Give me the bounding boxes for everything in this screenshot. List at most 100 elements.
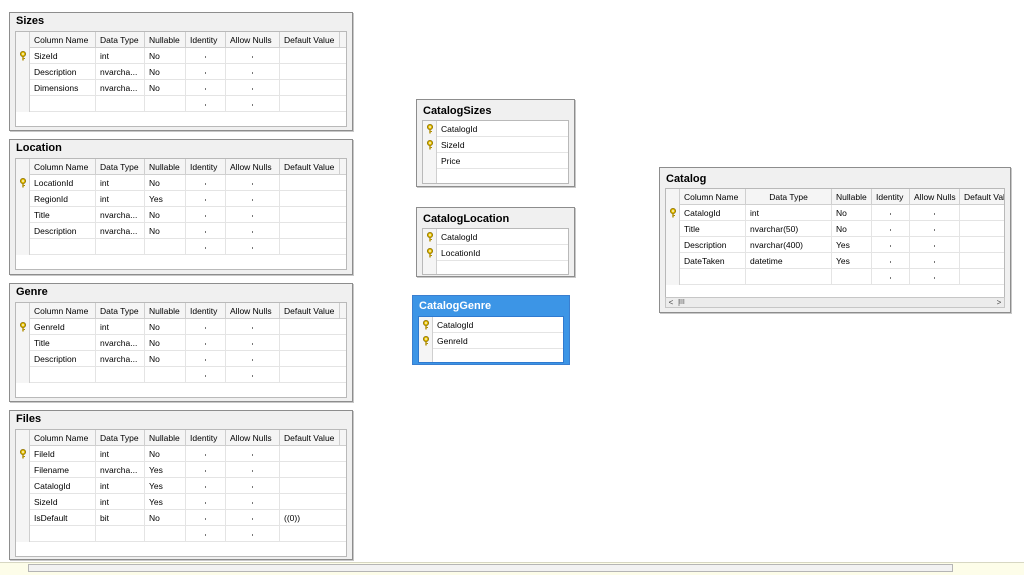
table-row[interactable]: SizeId int No [16, 48, 346, 64]
identity-checkbox[interactable] [186, 319, 226, 335]
table-row[interactable]: CatalogId int No [666, 205, 1004, 221]
identity-checkbox[interactable] [186, 207, 226, 223]
allow-nulls-checkbox[interactable] [226, 191, 280, 207]
identity-checkbox[interactable] [186, 446, 226, 462]
row-selector[interactable] [423, 137, 437, 153]
row-selector[interactable] [666, 221, 680, 237]
identity-checkbox[interactable] [872, 221, 910, 237]
table-row[interactable]: SizeId int Yes [16, 494, 346, 510]
row-selector[interactable] [16, 64, 30, 80]
row-selector[interactable] [419, 317, 433, 333]
identity-checkbox[interactable] [186, 335, 226, 351]
row-selector[interactable] [666, 205, 680, 221]
empty-row[interactable] [16, 367, 346, 383]
table-row[interactable]: Dimensions nvarcha... No [16, 80, 346, 96]
row-selector[interactable] [16, 367, 30, 383]
allow-nulls-checkbox[interactable] [226, 319, 280, 335]
allow-nulls-checkbox[interactable] [226, 494, 280, 510]
scroll-right-icon[interactable]: > [994, 298, 1004, 307]
allow-nulls-checkbox[interactable] [226, 367, 280, 383]
allow-nulls-checkbox[interactable] [226, 175, 280, 191]
table-row[interactable]: CatalogId [423, 121, 568, 137]
allow-nulls-checkbox[interactable] [226, 223, 280, 239]
row-selector[interactable] [16, 478, 30, 494]
row-selector[interactable] [16, 351, 30, 367]
allow-nulls-checkbox[interactable] [226, 80, 280, 96]
allow-nulls-checkbox[interactable] [226, 462, 280, 478]
identity-checkbox[interactable] [186, 223, 226, 239]
identity-checkbox[interactable] [186, 64, 226, 80]
row-selector[interactable] [666, 253, 680, 269]
table-row[interactable]: Title nvarcha... No [16, 335, 346, 351]
table-row[interactable]: FileId int No [16, 446, 346, 462]
row-selector[interactable] [16, 494, 30, 510]
table-row[interactable]: CatalogId [423, 229, 568, 245]
row-selector[interactable] [419, 333, 433, 349]
row-selector[interactable] [16, 446, 30, 462]
row-selector[interactable] [423, 153, 437, 169]
allow-nulls-checkbox[interactable] [910, 205, 960, 221]
identity-checkbox[interactable] [186, 367, 226, 383]
table-files[interactable]: Files Column Name Data Type Nullable Identi… [9, 410, 353, 560]
row-selector[interactable] [16, 48, 30, 64]
table-catalog[interactable]: Catalog Column Name Data Type Nullable Iden… [659, 167, 1011, 313]
row-selector[interactable] [666, 237, 680, 253]
identity-checkbox[interactable] [186, 239, 226, 255]
identity-checkbox[interactable] [186, 175, 226, 191]
table-row[interactable]: GenreId [419, 333, 563, 349]
identity-checkbox[interactable] [186, 462, 226, 478]
row-selector[interactable] [16, 207, 30, 223]
allow-nulls-checkbox[interactable] [226, 478, 280, 494]
row-selector[interactable] [423, 229, 437, 245]
empty-row[interactable] [419, 349, 563, 362]
table-row[interactable]: LocationId int No [16, 175, 346, 191]
table-row[interactable]: IsDefault bit No ((0)) [16, 510, 346, 526]
row-selector[interactable] [423, 245, 437, 261]
identity-checkbox[interactable] [186, 96, 226, 112]
identity-checkbox[interactable] [186, 191, 226, 207]
table-row[interactable]: GenreId int No [16, 319, 346, 335]
row-selector[interactable] [16, 510, 30, 526]
table-row[interactable]: Filename nvarcha... Yes [16, 462, 346, 478]
table-row[interactable]: Price [423, 153, 568, 169]
allow-nulls-checkbox[interactable] [910, 237, 960, 253]
row-selector[interactable] [666, 269, 680, 285]
identity-checkbox[interactable] [186, 48, 226, 64]
page-horizontal-scrollbar[interactable] [0, 562, 1024, 575]
table-catalog-genre[interactable]: CatalogGenre CatalogId GenreId [412, 295, 570, 365]
table-location[interactable]: Location Column Name Data Type Nullable Ide… [9, 139, 353, 275]
horizontal-scrollbar[interactable]: < III > [665, 297, 1005, 308]
empty-row[interactable] [16, 526, 346, 542]
identity-checkbox[interactable] [186, 526, 226, 542]
scroll-thumb[interactable]: III [678, 299, 685, 306]
row-selector[interactable] [16, 462, 30, 478]
table-row[interactable]: Description nvarcha... No [16, 223, 346, 239]
allow-nulls-checkbox[interactable] [226, 351, 280, 367]
row-selector[interactable] [16, 335, 30, 351]
identity-checkbox[interactable] [872, 269, 910, 285]
identity-checkbox[interactable] [186, 80, 226, 96]
empty-row[interactable] [16, 239, 346, 255]
page-scroll-thumb[interactable] [28, 564, 953, 572]
table-genre[interactable]: Genre Column Name Data Type Nullable Identi… [9, 283, 353, 402]
table-row[interactable]: LocationId [423, 245, 568, 261]
table-row[interactable]: Title nvarchar(50) No [666, 221, 1004, 237]
allow-nulls-checkbox[interactable] [226, 96, 280, 112]
table-row[interactable]: RegionId int Yes [16, 191, 346, 207]
empty-row[interactable] [666, 269, 1004, 285]
row-selector[interactable] [16, 223, 30, 239]
table-row[interactable]: Description nvarcha... No [16, 351, 346, 367]
allow-nulls-checkbox[interactable] [226, 526, 280, 542]
table-row[interactable]: SizeId [423, 137, 568, 153]
empty-row[interactable] [16, 96, 346, 112]
allow-nulls-checkbox[interactable] [226, 239, 280, 255]
row-selector[interactable] [423, 121, 437, 137]
table-row[interactable]: Title nvarcha... No [16, 207, 346, 223]
row-selector[interactable] [423, 261, 437, 274]
empty-row[interactable] [423, 169, 568, 183]
allow-nulls-checkbox[interactable] [910, 269, 960, 285]
row-selector[interactable] [16, 191, 30, 207]
table-catalog-sizes[interactable]: CatalogSizes CatalogId SizeId Price [416, 99, 575, 187]
allow-nulls-checkbox[interactable] [226, 64, 280, 80]
allow-nulls-checkbox[interactable] [910, 221, 960, 237]
